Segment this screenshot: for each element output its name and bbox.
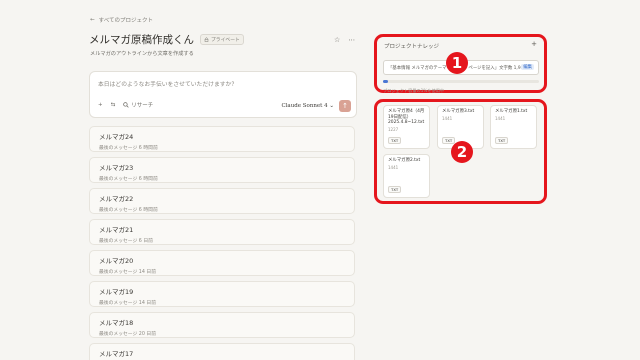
file-name: メルマガ原3.txt — [442, 109, 475, 114]
privacy-badge-label: プライベート — [211, 38, 240, 43]
file-name: メルマガ原2.txt — [388, 158, 421, 163]
chat-item[interactable]: メルマガ20 最後のメッセージ 14 日前 — [89, 250, 355, 276]
composer-tools: + ⇆ リサーチ — [98, 101, 153, 109]
back-link[interactable]: ← すべてのプロジェクト — [90, 16, 153, 24]
more-options-icon[interactable]: ⋯ — [348, 36, 355, 44]
file-card[interactable]: メルマガ原4（4月19日配信）2025.4.8~12.txt 1227 TXT — [383, 105, 430, 149]
chat-meta: 最後のメッセージ 6 時間前 — [99, 146, 158, 151]
chat-meta: 最後のメッセージ 14 日前 — [99, 301, 157, 306]
chat-item[interactable]: メルマガ19 最後のメッセージ 14 日前 — [89, 281, 355, 307]
file-card[interactable]: メルマガ原1.txt 1441 TXT — [490, 105, 537, 149]
project-description: メルマガのアウトラインから文章を作成する — [90, 51, 194, 57]
chat-item[interactable]: メルマガ23 最後のメッセージ 6 時間前 — [89, 157, 355, 183]
chat-meta: 最後のメッセージ 6 時間前 — [99, 177, 158, 182]
file-name: メルマガ原1.txt — [495, 109, 528, 114]
privacy-badge: プライベート — [200, 34, 244, 45]
chat-title: メルマガ20 — [99, 257, 134, 265]
file-card[interactable]: メルマガ原2.txt 1441 TXT — [383, 154, 430, 198]
research-button[interactable]: リサーチ — [123, 101, 153, 109]
project-title-row: メルマガ原稿作成くん プライベート — [89, 32, 244, 47]
star-icon[interactable]: ☆ — [334, 36, 340, 44]
file-type-badge: TXT — [442, 137, 456, 144]
chat-title: メルマガ24 — [99, 133, 134, 141]
capacity-progress-bar — [383, 80, 539, 83]
annotation-number-2: 2 — [451, 141, 473, 163]
chat-title: メルマガ21 — [99, 226, 134, 234]
back-arrow-icon: ← — [90, 17, 95, 23]
chat-title: メルマガ23 — [99, 164, 134, 172]
chat-meta: 最後のメッセージ 14 日前 — [99, 270, 157, 275]
chat-title: メルマガ19 — [99, 288, 134, 296]
file-name: メルマガ原4（4月19日配信）2025.4.8~12.txt — [388, 109, 425, 126]
add-knowledge-icon[interactable]: + — [531, 40, 537, 48]
file-lines: 1441 — [442, 115, 453, 121]
chat-list: メルマガ24 最後のメッセージ 6 時間前 メルマガ23 最後のメッセージ 6 時間… — [89, 126, 355, 360]
chat-title: メルマガ22 — [99, 195, 134, 203]
file-type-badge: TXT — [495, 137, 509, 144]
chat-item[interactable]: メルマガ21 最後のメッセージ 6 日前 — [89, 219, 355, 245]
lock-icon — [204, 37, 209, 42]
file-lines: 1227 — [388, 127, 399, 133]
chat-item[interactable]: メルマガ22 最後のメッセージ 6 時間前 — [89, 188, 355, 214]
send-button[interactable]: ↑ — [339, 100, 351, 112]
chat-meta: 最後のメッセージ 20 日前 — [99, 332, 157, 337]
chat-item[interactable]: メルマガ24 最後のメッセージ 6 時間前 — [89, 126, 355, 152]
message-composer[interactable]: 本日はどのようなお手伝いをさせていただけますか？ + ⇆ リサーチ Claude… — [89, 71, 357, 118]
chat-item[interactable]: メルマガ18 最後のメッセージ 20 日前 — [89, 312, 355, 338]
search-icon — [123, 102, 129, 108]
file-lines: 1441 — [388, 164, 399, 170]
file-type-badge: TXT — [388, 137, 402, 144]
capacity-progress-fill — [383, 80, 388, 83]
page-title: メルマガ原稿作成くん — [89, 34, 194, 46]
tools-icon[interactable]: ⇆ — [111, 102, 116, 108]
chat-item[interactable]: メルマガ17 — [89, 343, 355, 360]
chat-meta: 最後のメッセージ 6 日前 — [99, 239, 153, 244]
add-icon[interactable]: + — [98, 102, 103, 108]
back-link-label: すべてのプロジェクト — [98, 18, 154, 24]
chat-title: メルマガ17 — [99, 350, 134, 358]
annotation-number-1: 1 — [446, 52, 468, 74]
composer-input[interactable]: 本日はどのようなお手伝いをさせていただけますか？ — [98, 79, 237, 88]
research-label: リサーチ — [131, 103, 154, 109]
file-lines: 1441 — [495, 115, 506, 121]
header-actions: ☆ ⋯ — [334, 36, 355, 44]
knowledge-title: プロジェクトナレッジ — [384, 44, 440, 50]
chat-title: メルマガ18 — [99, 319, 134, 327]
file-type-badge: TXT — [388, 186, 402, 193]
chat-meta: 最後のメッセージ 6 時間前 — [99, 208, 158, 213]
edit-instructions-button[interactable]: 編集 — [521, 64, 534, 70]
model-selector[interactable]: Claude Sonnet 4 ⌄ — [281, 103, 334, 109]
capacity-note: プロジェクト容量の1%を使用中 — [383, 88, 445, 93]
